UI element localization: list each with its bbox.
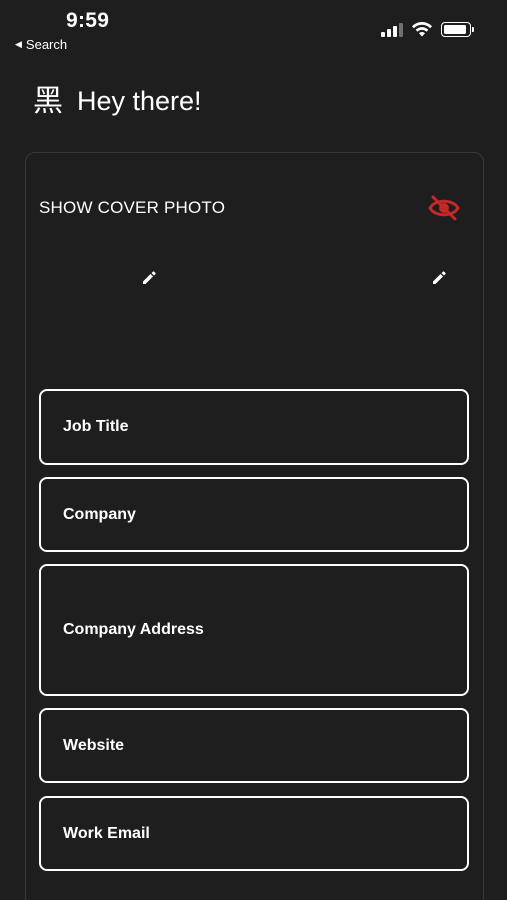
eye-off-icon: [428, 195, 460, 221]
company-address-placeholder: Company Address: [63, 621, 204, 638]
profile-card: SHOW COVER PHOTO Job Title Company Compa…: [25, 152, 484, 900]
back-to-search-link[interactable]: ◀ Search: [15, 37, 67, 52]
wifi-icon: [412, 21, 432, 37]
brand-logo-icon: 黑: [33, 83, 63, 119]
page-header: 黑 Hey there!: [33, 86, 202, 117]
pencil-icon: [143, 271, 156, 284]
work-email-field[interactable]: Work Email: [39, 796, 469, 871]
show-cover-photo-label: SHOW COVER PHOTO: [39, 198, 226, 217]
website-field[interactable]: Website: [39, 708, 469, 783]
battery-fill: [444, 24, 466, 34]
status-icons: [381, 21, 474, 37]
job-title-placeholder: Job Title: [63, 418, 129, 435]
cellular-signal-icon: [381, 22, 403, 37]
edit-cover-photo-button[interactable]: [139, 268, 159, 288]
company-field[interactable]: Company: [39, 477, 469, 552]
edit-profile-photo-button[interactable]: [429, 268, 449, 288]
battery-icon: [441, 21, 474, 37]
work-email-placeholder: Work Email: [63, 824, 150, 842]
company-address-field[interactable]: Company Address: [39, 564, 469, 696]
back-arrow-icon: ◀: [15, 39, 22, 49]
profile-screen: 9:59 ◀ Search 黑 Hey there! SHOW COVER PH…: [0, 0, 507, 900]
page-title: Hey there!: [77, 86, 202, 116]
pencil-icon: [433, 271, 446, 284]
status-time: 9:59: [66, 9, 110, 32]
cover-visibility-toggle[interactable]: [427, 193, 461, 223]
back-label: Search: [25, 37, 68, 52]
website-placeholder: Website: [63, 736, 125, 754]
job-title-field[interactable]: Job Title: [39, 389, 469, 465]
company-placeholder: Company: [63, 505, 136, 523]
